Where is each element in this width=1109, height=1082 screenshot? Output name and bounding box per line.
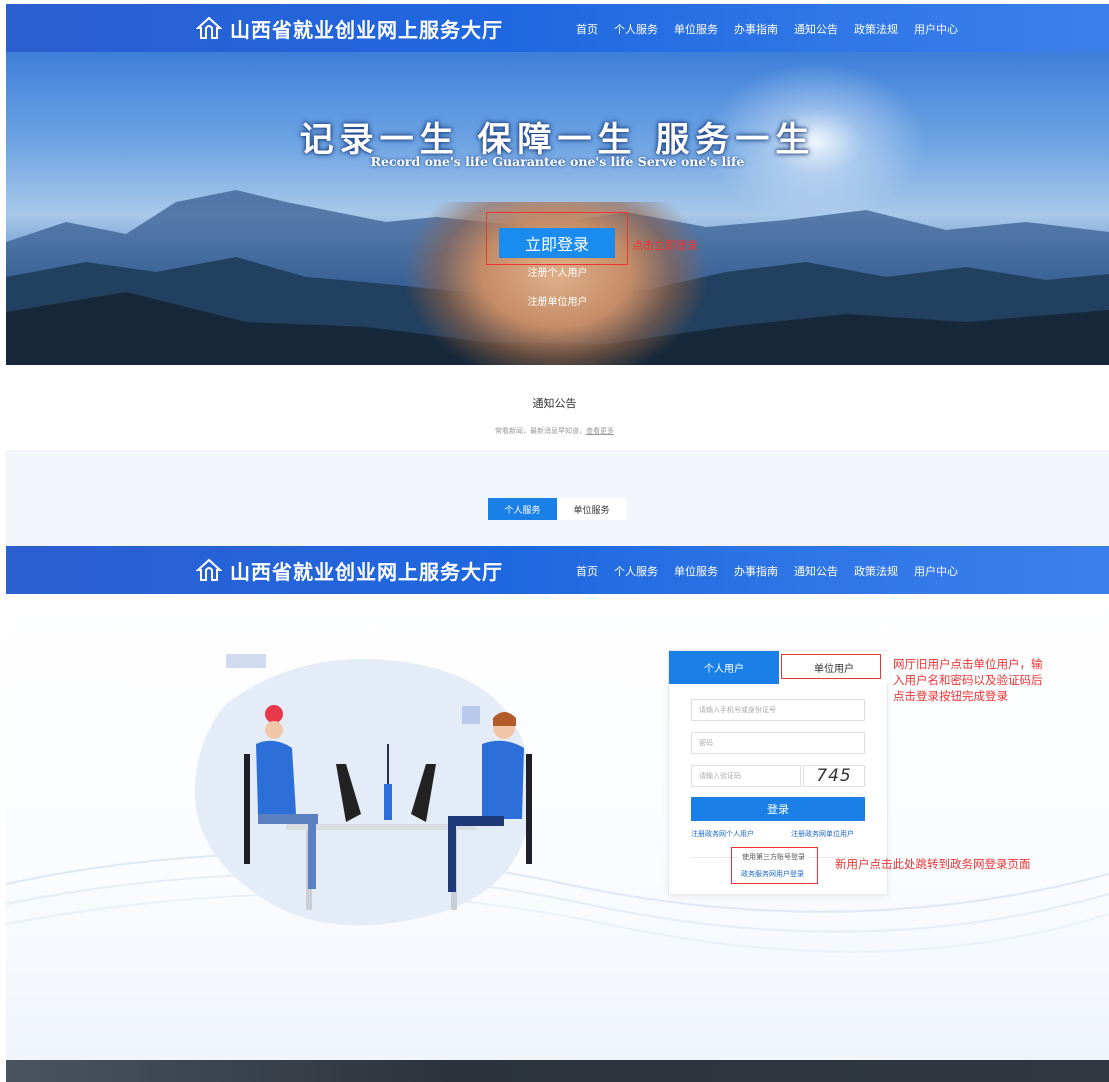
captcha-input[interactable] (691, 765, 801, 787)
background-wave (6, 853, 1109, 953)
register-gov-personal-link[interactable]: 注册政务网个人用户 (691, 829, 754, 839)
notices-title: 通知公告 (532, 397, 577, 410)
nav-item-notices[interactable]: 通知公告 (794, 21, 838, 37)
nav-item-company-service[interactable]: 单位服务 (674, 21, 718, 37)
nav-item-user-center[interactable]: 用户中心 (914, 21, 958, 37)
footer-bar (6, 1060, 1109, 1082)
nav-item-home[interactable]: 首页 (576, 21, 598, 37)
password-input[interactable] (691, 732, 865, 754)
site-title: 山西省就业创业网上服务大厅 (230, 560, 503, 584)
annotation-gov-tip: 新用户点击此处跳转到政务网登录页面 (835, 857, 1031, 871)
nav-item-guide[interactable]: 办事指南 (734, 21, 778, 37)
hero-slogan-en: Record one's life Guarantee one's life S… (370, 154, 745, 169)
main-nav: 首页 个人服务 单位服务 办事指南 通知公告 政策法规 用户中心 (576, 563, 974, 579)
annotation-login: 点击立即登录 (632, 239, 698, 252)
main-nav: 首页 个人服务 单位服务 办事指南 通知公告 政策法规 用户中心 (576, 21, 974, 37)
top-header: 山西省就业创业网上服务大厅 首页 个人服务 单位服务 办事指南 通知公告 政策法… (6, 4, 1109, 52)
nav-item-policy[interactable]: 政策法规 (854, 563, 898, 579)
nav-item-notices[interactable]: 通知公告 (794, 563, 838, 579)
tab-personal-user[interactable]: 个人用户 (669, 651, 779, 684)
nav-item-company-service[interactable]: 单位服务 (674, 563, 718, 579)
nav-item-home[interactable]: 首页 (576, 563, 598, 579)
annotation-company-tip: 网厅旧用户点击单位用户，输入用户名和密码以及验证码后点击登录按钮完成登录 (893, 657, 1043, 703)
login-submit-button[interactable]: 登录 (691, 797, 865, 821)
hero-banner: 记录一生 保障一生 服务一生 Record one's life Guarant… (6, 52, 1109, 365)
notices-subtitle-text: 常看新闻，最新消息早知道， (495, 427, 586, 435)
id-input[interactable] (691, 699, 865, 721)
captcha-image[interactable]: 745 (803, 765, 865, 787)
login-page-header: 山西省就业创业网上服务大厅 首页 个人服务 单位服务 办事指南 通知公告 政策法… (6, 546, 1109, 594)
site-logo-icon (196, 558, 222, 581)
nav-item-personal-service[interactable]: 个人服务 (614, 21, 658, 37)
services-tabs: 个人服务 单位服务 (488, 498, 626, 520)
nav-item-user-center[interactable]: 用户中心 (914, 563, 958, 579)
nav-item-policy[interactable]: 政策法规 (854, 21, 898, 37)
site-title: 山西省就业创业网上服务大厅 (230, 18, 503, 42)
annotation-box-company-tab (781, 654, 881, 679)
notices-more-link[interactable]: 查看更多 (586, 427, 614, 435)
login-now-button[interactable]: 立即登录 (499, 228, 615, 258)
register-gov-company-link[interactable]: 注册政务网单位用户 (791, 829, 854, 839)
site-logo-icon (196, 16, 222, 39)
nav-item-guide[interactable]: 办事指南 (734, 563, 778, 579)
office-illustration (194, 654, 532, 926)
tab-company-service[interactable]: 单位服务 (557, 498, 626, 520)
notices-subtitle: 常看新闻，最新消息早知道，查看更多 (0, 426, 1109, 436)
annotation-box-gov-login (731, 847, 818, 884)
nav-item-personal-service[interactable]: 个人服务 (614, 563, 658, 579)
tab-personal-service[interactable]: 个人服务 (488, 498, 557, 520)
register-company-link[interactable]: 注册单位用户 (6, 293, 1109, 308)
register-personal-link[interactable]: 注册个人用户 (6, 264, 1109, 279)
